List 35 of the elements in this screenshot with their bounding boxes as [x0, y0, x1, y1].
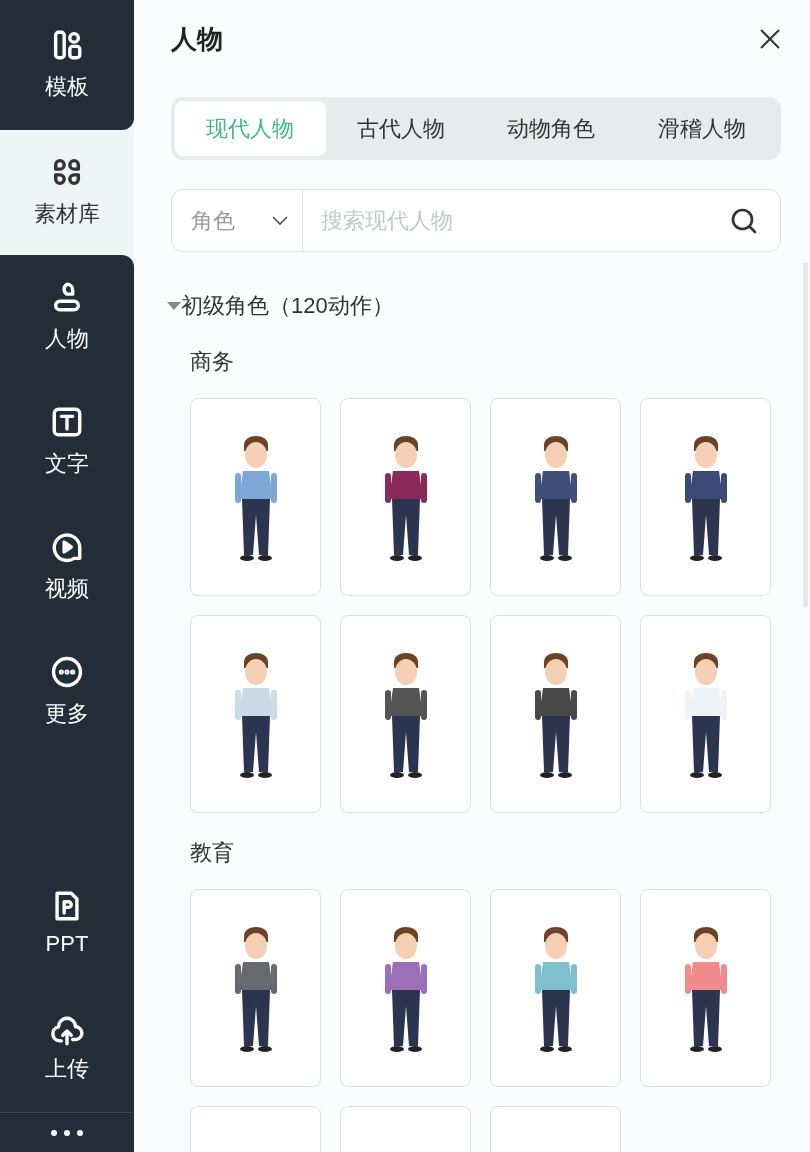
character-card[interactable] [190, 398, 321, 596]
sidebar-item[interactable]: PPT [0, 862, 134, 987]
category-tab[interactable]: 动物角色 [476, 101, 627, 156]
character-card[interactable] [640, 889, 771, 1087]
character-card[interactable] [490, 889, 621, 1087]
chevron-down-icon [272, 215, 288, 226]
group-heading: 商务 [190, 347, 234, 376]
character-card[interactable] [490, 615, 621, 813]
panel-title: 人物 [171, 22, 223, 56]
play-icon [50, 530, 84, 564]
character-card[interactable] [190, 615, 321, 813]
character-card[interactable] [640, 615, 771, 813]
cloud-upload-icon [50, 1014, 84, 1048]
search-icon[interactable] [730, 206, 758, 235]
sidebar-item[interactable]: 视频 [0, 505, 134, 630]
close-icon[interactable] [759, 28, 781, 50]
character-card[interactable] [340, 398, 471, 596]
more-icon [50, 655, 84, 689]
character-card[interactable] [340, 889, 471, 1087]
category-tab[interactable]: 滑稽人物 [626, 101, 777, 156]
sidebar-item[interactable]: 上传 [0, 987, 134, 1112]
character-card[interactable] [640, 398, 771, 596]
character-card[interactable] [190, 889, 321, 1087]
text-icon [50, 405, 84, 439]
category-tab[interactable]: 古代人物 [325, 101, 476, 156]
group-heading: 教育 [190, 838, 234, 867]
character-card[interactable] [340, 615, 471, 813]
sidebar-item[interactable]: 人物 [0, 255, 134, 380]
sidebar-item[interactable]: 模板 [0, 0, 134, 130]
sidebar-item[interactable]: 文字 [0, 380, 134, 505]
more-dots-icon[interactable] [50, 1128, 84, 1137]
section-toggle[interactable]: 初级角色（120动作） [167, 289, 394, 322]
character-card[interactable] [490, 398, 621, 596]
sidebar-item[interactable]: 更多 [0, 630, 134, 755]
triangle-icon [167, 301, 181, 310]
